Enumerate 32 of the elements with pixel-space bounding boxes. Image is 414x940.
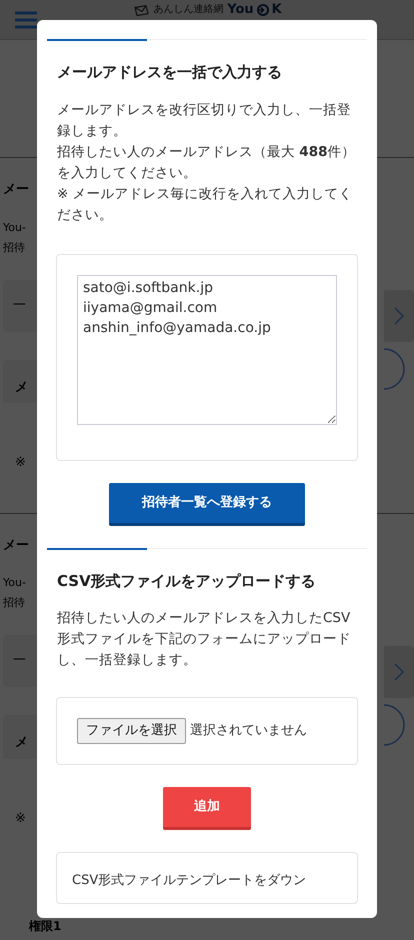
field-label: メ (15, 378, 29, 396)
section-text: You- (3, 575, 26, 591)
download-card[interactable]: CSV形式ファイルテンプレートをダウン (56, 852, 358, 904)
section-text: You- (3, 220, 26, 236)
submit-button[interactable]: 追加 (163, 787, 251, 830)
description-text: メールアドレスを改行区切りで入力し、一括登録します。 (57, 100, 352, 140)
email-textarea[interactable]: sato@i.softbank.jp iiyama@gmail.com anshin_info@yamada.co.jp (77, 274, 337, 424)
section-text: 招待 (3, 240, 25, 256)
field-label: メ (15, 734, 29, 752)
section-heading: メー (3, 536, 29, 554)
brand-text: You (227, 3, 254, 17)
section-text: 招待 (3, 595, 25, 611)
field-label: 権限1 (29, 919, 62, 933)
description-text: ※ メールアドレス毎に改行を入れて入力してください。 (57, 184, 354, 224)
chevron-right-icon[interactable] (394, 307, 404, 325)
chevron-right-icon[interactable] (394, 662, 404, 680)
section-heading: メー (3, 181, 29, 199)
arrow-circle-icon (256, 4, 269, 16)
choose-file-button[interactable]: ファイルを選択 (77, 718, 186, 744)
download-text: CSV形式ファイルテンプレートをダウン (72, 873, 306, 888)
menu-icon[interactable] (15, 10, 37, 28)
submit-button[interactable]: 招待者一覧へ登録する (109, 482, 305, 526)
logo-text: あんしん連絡網 (153, 4, 224, 16)
description-text: 招待したい人のメールアドレス（最大 488件）を入力してください。 (57, 142, 356, 182)
note-text: ※ (14, 454, 26, 472)
section-heading: CSV形式ファイルをアップロードする (57, 570, 317, 592)
brand-text: K (272, 3, 282, 17)
description-text: 招待したい人のメールアドレスを入力したCSV形式ファイルを下記のフォームにアップロードし、一括登録します。 (57, 609, 352, 670)
envelope-icon (134, 4, 150, 16)
section-heading: メールアドレスを一括で入力する (57, 62, 283, 83)
file-status: 選択されていません (190, 722, 307, 740)
note-text: ※ (14, 810, 26, 828)
